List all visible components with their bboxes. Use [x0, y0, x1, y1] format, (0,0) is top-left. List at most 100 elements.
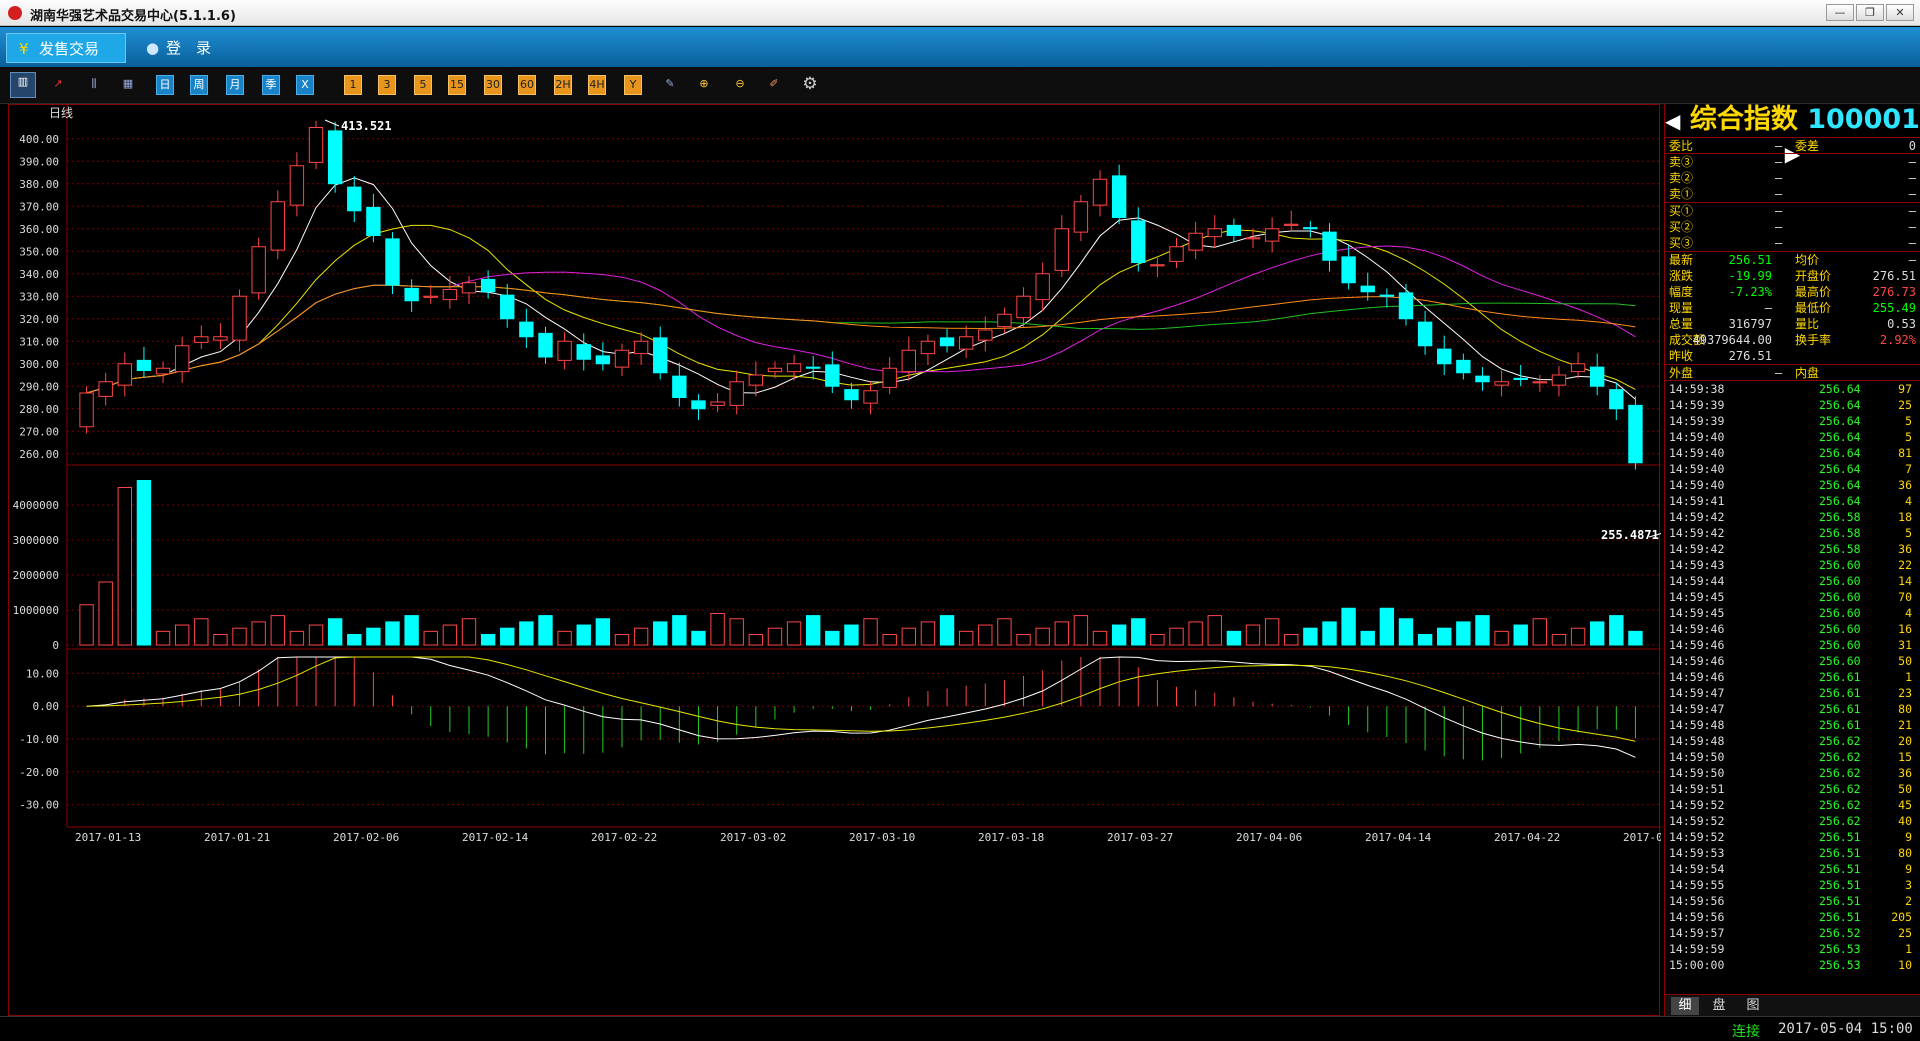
- login-tab[interactable]: ● 登 录: [134, 33, 211, 63]
- bar-chart-icon[interactable]: ▥: [10, 72, 36, 98]
- tab-chart[interactable]: 图: [1739, 997, 1767, 1015]
- buy-price: —: [1775, 204, 1783, 218]
- candle-body: [958, 336, 974, 350]
- period-season-button[interactable]: 季: [262, 75, 280, 95]
- chart-area[interactable]: 400.00 390.00 380.00 370.00 360.00 350.00 340.…: [8, 104, 1690, 1017]
- tick-time: 14:59:41: [1669, 494, 1725, 508]
- status-bar: 连接 2017-05-04 15:00: [0, 1016, 1920, 1040]
- tab-orderbook[interactable]: 盘: [1705, 997, 1733, 1015]
- quote-label: 总量: [1669, 317, 1694, 331]
- gear-icon[interactable]: ⚙: [800, 75, 820, 95]
- tick-time: 14:59:40: [1669, 430, 1725, 444]
- volume-tick-label: 3000000: [13, 534, 59, 547]
- tick-volume: 4: [1905, 606, 1912, 620]
- tick-price: 256.60: [1819, 558, 1861, 572]
- candle-chart-icon[interactable]: ⫼: [84, 75, 104, 95]
- candle-body: [1035, 273, 1050, 301]
- volume-bar: [519, 621, 534, 646]
- candle-body: [786, 363, 802, 373]
- date-label: 2017-03-27: [1107, 831, 1173, 844]
- zoom-out-icon[interactable]: ⊖: [730, 75, 750, 95]
- tick-time: 14:59:46: [1669, 622, 1725, 636]
- candle-body: [633, 340, 649, 355]
- quote-value: -7.23%: [1728, 285, 1772, 299]
- volume-bar: [958, 630, 974, 646]
- minute-15-button[interactable]: 15: [448, 75, 466, 95]
- price-tick-label: 370.00: [19, 200, 59, 213]
- candle-body: [1609, 389, 1624, 410]
- buy-volume: —: [1908, 220, 1916, 234]
- draw-line-icon[interactable]: ✐: [764, 75, 784, 95]
- quote-summary: 最新 256.51 均价 — 涨跌 -19.99 开盘价 276.51 幅度 -7.23% 最高价 2…: [1665, 252, 1920, 365]
- price-tick-label: 260.00: [19, 448, 59, 461]
- minute-60-button[interactable]: 60: [518, 75, 536, 95]
- date-label: 2017-02-22: [591, 831, 657, 844]
- volume-bar: [1590, 621, 1605, 646]
- candle-body: [1570, 363, 1586, 373]
- candle-body: [289, 165, 305, 206]
- window-title: 湖南华强艺术品交易中心(5.1.1.6): [30, 9, 236, 24]
- volume-bar: [1456, 621, 1471, 646]
- app-logo-icon: [8, 6, 22, 20]
- tick-price: 256.61: [1819, 702, 1861, 716]
- quote-row: 幅度 -7.23% 最高价 276.73: [1665, 284, 1920, 300]
- hour-4-button[interactable]: 4H: [588, 75, 606, 95]
- panel-tabs: 细 盘 图: [1665, 994, 1920, 1016]
- calendar-icon[interactable]: ▦: [118, 75, 138, 95]
- minute-5-button[interactable]: 5: [414, 75, 432, 95]
- quote-value: —: [1764, 301, 1772, 315]
- candle-body: [1417, 321, 1433, 347]
- tick-volume: 2: [1905, 894, 1912, 908]
- volume-bar: [939, 615, 955, 646]
- candle-body: [748, 374, 764, 386]
- zoom-in-icon[interactable]: ⊕: [694, 75, 714, 95]
- notes-icon[interactable]: ✎: [660, 75, 680, 95]
- quote-label-2: 换手率: [1795, 333, 1832, 347]
- volume-bar: [1437, 627, 1452, 646]
- candle-body: [1532, 381, 1548, 384]
- tick-list[interactable]: 14:59:38 256.64 97 14:59:39 256.64 25 14:59:39…: [1665, 381, 1920, 973]
- period-month-button[interactable]: 月: [226, 75, 244, 95]
- weibi-row: 委比 — 委差 0: [1665, 138, 1920, 154]
- price-tick-label: 280.00: [19, 403, 59, 416]
- quote-value-2: 276.73: [1872, 285, 1916, 299]
- tick-time: 14:59:45: [1669, 590, 1725, 604]
- close-button[interactable]: ✕: [1886, 4, 1914, 21]
- candle-body: [1513, 377, 1528, 380]
- prev-arrow-icon[interactable]: ◀: [1665, 109, 1680, 133]
- volume-bar: [366, 627, 381, 646]
- line-chart-icon[interactable]: ↗: [48, 75, 68, 95]
- minute-3-button[interactable]: 3: [378, 75, 396, 95]
- period-x-button[interactable]: X: [296, 75, 314, 95]
- period-day-button[interactable]: 日: [156, 75, 174, 95]
- tick-row: 14:59:53 256.51 80: [1665, 845, 1920, 861]
- trade-tab-label: 发售交易: [39, 40, 100, 58]
- hour-2-button[interactable]: 2H: [554, 75, 572, 95]
- volume-bar: [327, 618, 343, 646]
- volume-bar: [461, 618, 477, 646]
- trade-tab[interactable]: ¥ 发售交易: [6, 33, 126, 63]
- tick-price: 256.51: [1819, 878, 1861, 892]
- period-week-button[interactable]: 周: [190, 75, 208, 95]
- macd-tick-label: -30.00: [19, 799, 59, 812]
- minute-1-button[interactable]: 1: [344, 75, 362, 95]
- candle-body: [1494, 381, 1509, 386]
- candle-body: [595, 355, 611, 365]
- tick-time: 14:59:59: [1669, 942, 1725, 956]
- price-tick-label: 400.00: [19, 133, 59, 146]
- tick-time: 14:59:39: [1669, 414, 1725, 428]
- tab-detail[interactable]: 细: [1671, 997, 1699, 1015]
- index-code: 100001: [1807, 104, 1920, 135]
- tick-volume: 14: [1898, 574, 1912, 588]
- candle-body: [1150, 264, 1165, 267]
- minute-30-button[interactable]: 30: [484, 75, 502, 95]
- tick-row: 14:59:50 256.62 15: [1665, 749, 1920, 765]
- minimize-button[interactable]: —: [1826, 4, 1854, 21]
- maximize-button[interactable]: ❐: [1856, 4, 1884, 21]
- kline-chart[interactable]: 400.00 390.00 380.00 370.00 360.00 350.00 340.…: [9, 105, 1690, 1017]
- candle-body: [194, 336, 209, 343]
- candle-body: [442, 289, 458, 301]
- index-header: ◀ 综合指数 100001 ▶: [1665, 104, 1920, 166]
- candle-body: [863, 390, 878, 404]
- year-button[interactable]: Y: [624, 75, 642, 95]
